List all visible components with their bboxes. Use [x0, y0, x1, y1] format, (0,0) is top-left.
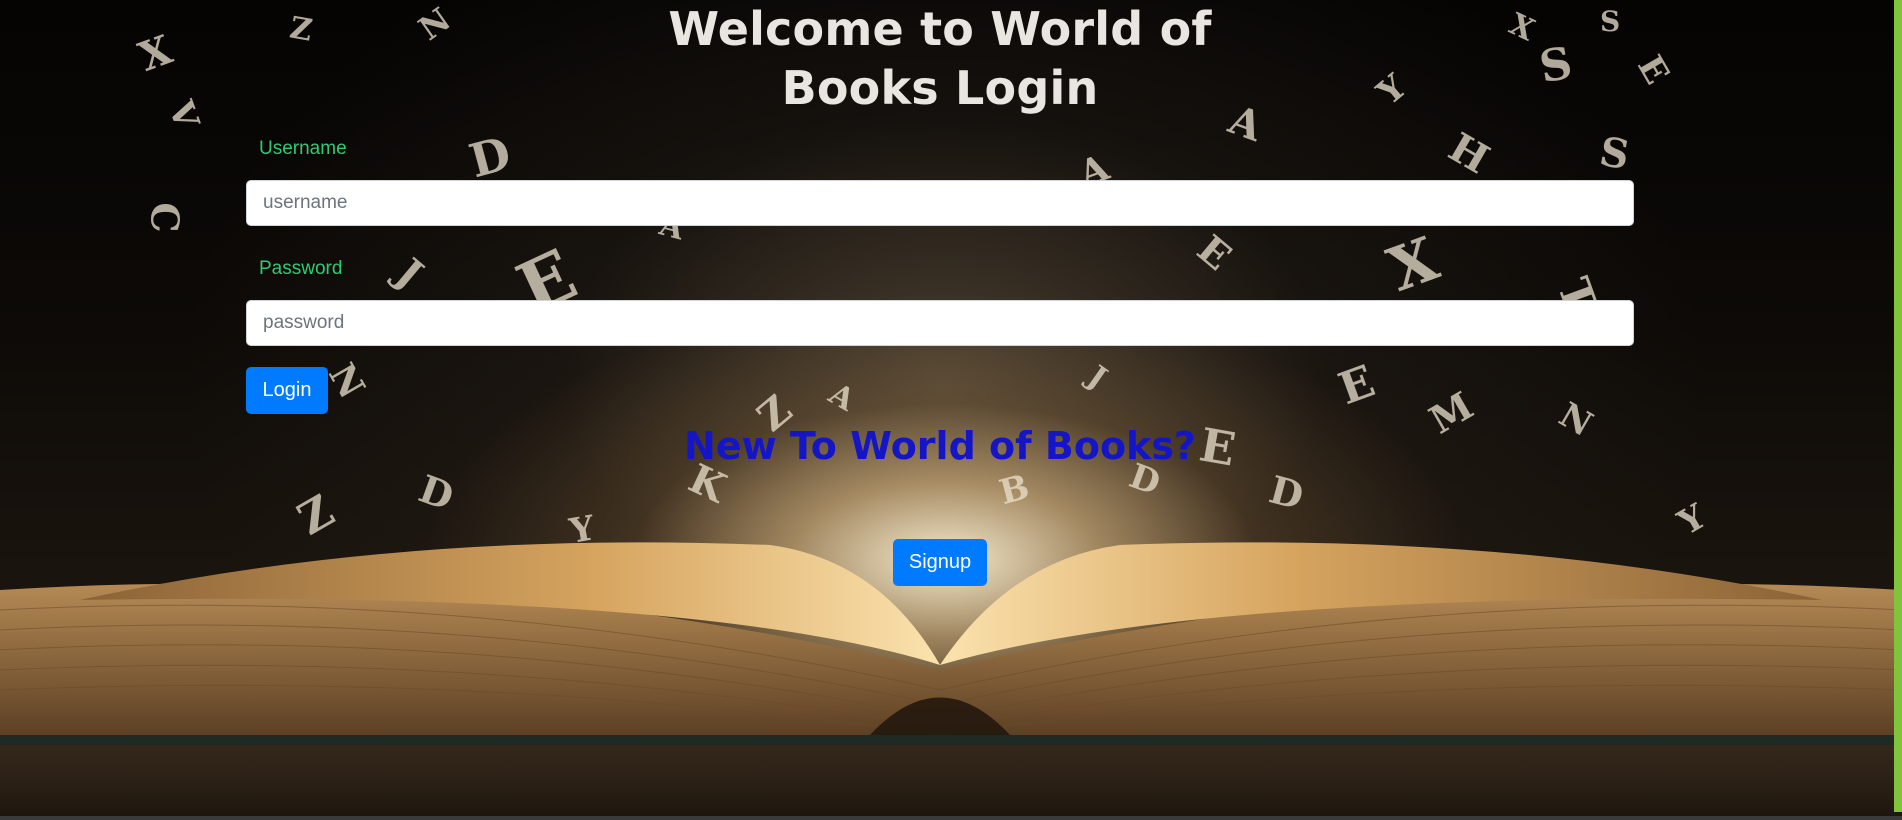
signup-heading: New To World of Books? [684, 424, 1196, 468]
page-title: Welcome to World of Books Login [668, 2, 1212, 115]
login-container: Welcome to World of Books Login Username… [0, 0, 1894, 820]
page-viewport: X Z N V C D E J A N Z D Y K A A Y H S S … [0, 0, 1902, 820]
username-label: Username [259, 138, 347, 159]
green-frame-edge [1894, 0, 1902, 812]
signup-button[interactable]: Signup [893, 539, 987, 586]
password-label: Password [259, 258, 343, 279]
username-input[interactable] [246, 180, 1634, 226]
password-input[interactable] [246, 300, 1634, 346]
login-button[interactable]: Login [246, 367, 328, 414]
